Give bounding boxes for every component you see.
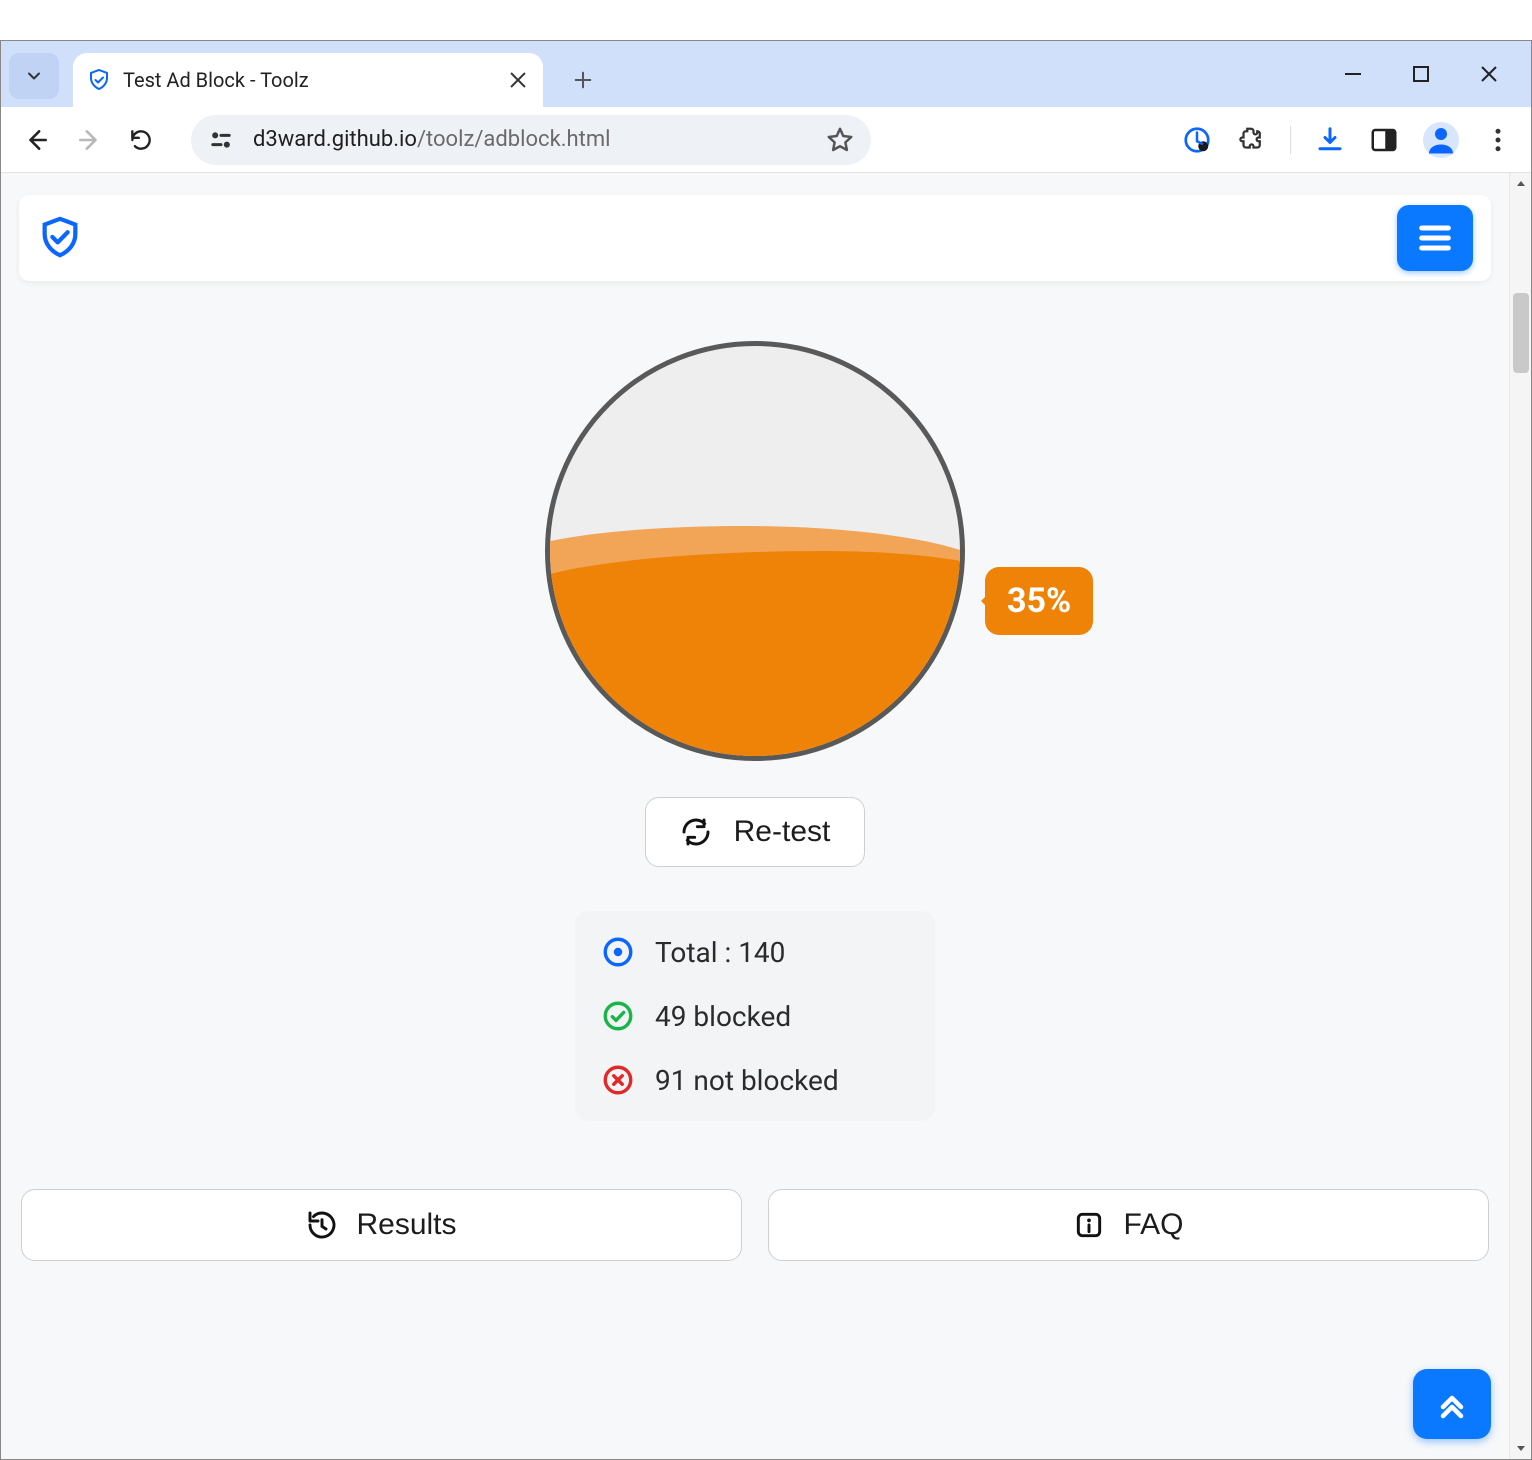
stat-total: Total : 140 — [601, 935, 909, 969]
dot-circle-icon — [601, 935, 635, 969]
minimize-icon — [1341, 62, 1365, 86]
kebab-icon — [1483, 125, 1513, 155]
plus-icon — [572, 69, 594, 91]
footer-buttons: Results FAQ — [1, 1161, 1509, 1271]
menu-button[interactable] — [1397, 205, 1473, 271]
arrow-right-icon — [76, 127, 102, 153]
info-icon — [1073, 1209, 1105, 1241]
browser-tab-bar: Test Ad Block - Toolz — [1, 41, 1531, 107]
score-liquid-gauge: 35% — [545, 341, 965, 761]
person-icon — [1423, 122, 1459, 158]
stat-not-blocked: 91 not blocked — [601, 1063, 909, 1097]
stat-blocked-label: 49 blocked — [655, 1000, 791, 1033]
window-maximize-button[interactable] — [1409, 62, 1433, 86]
site-info-button[interactable] — [207, 126, 235, 154]
scrollbar-thumb[interactable] — [1513, 293, 1529, 373]
triangle-up-icon — [1515, 178, 1527, 190]
vertical-scrollbar[interactable] — [1509, 173, 1531, 1459]
bookmark-button[interactable] — [825, 125, 855, 155]
browser-tab[interactable]: Test Ad Block - Toolz — [73, 53, 543, 107]
history-icon — [306, 1209, 338, 1241]
window-close-button[interactable] — [1477, 62, 1501, 86]
chevrons-up-icon — [1434, 1386, 1470, 1422]
page-content: 35% Re-test Total : 140 — [1, 173, 1509, 1459]
browser-toolbar: d3ward.github.io/toolz/adblock.html — [1, 107, 1531, 173]
tab-favicon-shield-icon — [87, 68, 111, 92]
faq-button[interactable]: FAQ — [768, 1189, 1489, 1261]
app-header — [19, 195, 1491, 281]
scroll-down-button[interactable] — [1510, 1437, 1531, 1459]
back-to-top-button[interactable] — [1413, 1369, 1491, 1439]
app-logo-shield-icon — [37, 215, 83, 261]
back-button[interactable] — [15, 118, 59, 162]
faq-label: FAQ — [1123, 1208, 1183, 1242]
url-text: d3ward.github.io/toolz/adblock.html — [253, 127, 825, 152]
results-button[interactable]: Results — [21, 1189, 742, 1261]
retest-label: Re-test — [734, 815, 831, 849]
forward-button[interactable] — [67, 118, 111, 162]
arrow-left-icon — [24, 127, 50, 153]
maximize-icon — [1409, 62, 1433, 86]
puzzle-icon — [1236, 125, 1266, 155]
address-bar[interactable]: d3ward.github.io/toolz/adblock.html — [191, 115, 871, 165]
new-tab-button[interactable] — [563, 60, 603, 100]
side-panel-icon — [1369, 125, 1399, 155]
profile-button[interactable] — [1423, 122, 1459, 158]
stat-total-label: Total : 140 — [655, 936, 785, 969]
extension-shield-icon[interactable] — [1182, 125, 1212, 155]
retest-button[interactable]: Re-test — [645, 797, 866, 867]
x-circle-icon — [601, 1063, 635, 1097]
close-icon — [507, 69, 529, 91]
reload-button[interactable] — [119, 118, 163, 162]
separator — [1290, 126, 1291, 154]
triangle-down-icon — [1515, 1442, 1527, 1454]
star-icon — [825, 125, 855, 155]
tab-title: Test Ad Block - Toolz — [123, 68, 507, 92]
results-label: Results — [356, 1208, 456, 1242]
downloads-button[interactable] — [1315, 125, 1345, 155]
check-circle-icon — [601, 999, 635, 1033]
search-tabs-button[interactable] — [9, 53, 59, 99]
close-icon — [1477, 62, 1501, 86]
stats-card: Total : 140 49 blocked 91 not blocked — [575, 911, 935, 1121]
stat-not-blocked-label: 91 not blocked — [655, 1064, 839, 1097]
download-icon — [1315, 125, 1345, 155]
scroll-up-button[interactable] — [1510, 173, 1531, 195]
stat-blocked: 49 blocked — [601, 999, 909, 1033]
score-percent-badge: 35% — [985, 567, 1093, 635]
reload-icon — [128, 127, 154, 153]
window-minimize-button[interactable] — [1341, 62, 1365, 86]
side-panel-button[interactable] — [1369, 125, 1399, 155]
tab-close-button[interactable] — [507, 69, 529, 91]
site-settings-icon — [207, 126, 235, 154]
hamburger-icon — [1415, 218, 1455, 258]
chevron-down-icon — [24, 66, 44, 86]
refresh-icon — [680, 816, 712, 848]
chrome-menu-button[interactable] — [1483, 125, 1513, 155]
extensions-button[interactable] — [1236, 125, 1266, 155]
